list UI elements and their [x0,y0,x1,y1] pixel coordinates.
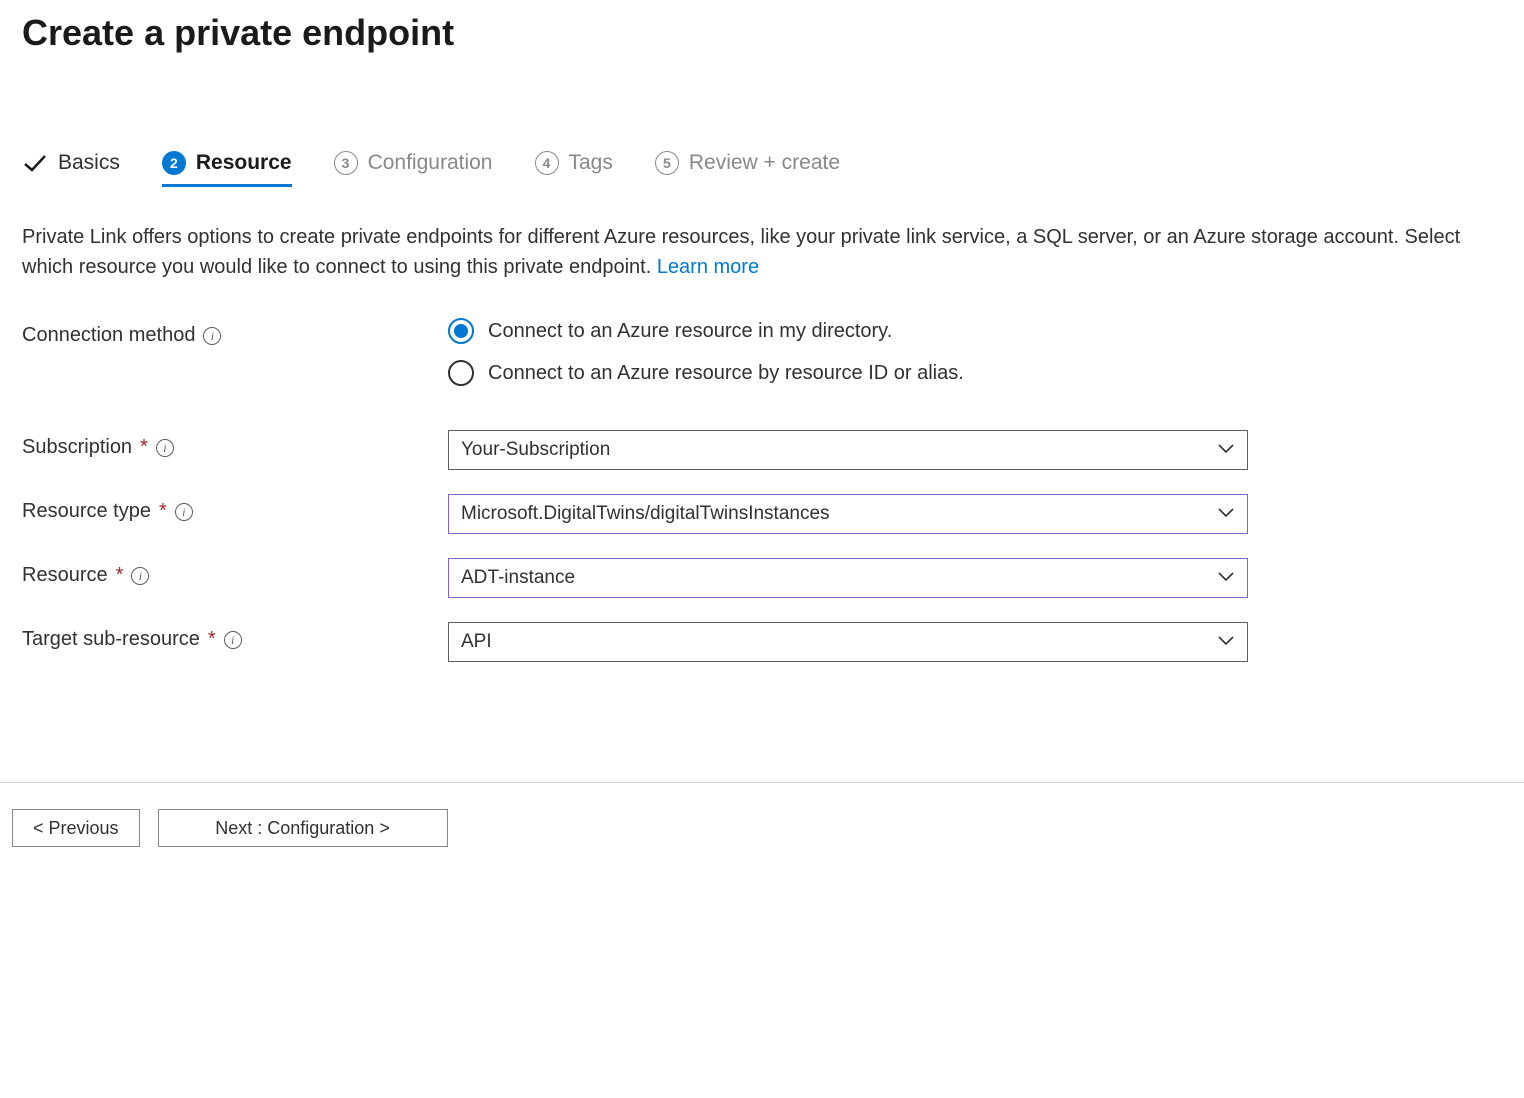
tab-label: Basics [58,151,120,175]
next-button[interactable]: Next : Configuration > [158,809,448,847]
radio-connect-directory[interactable]: Connect to an Azure resource in my direc… [448,318,1502,344]
info-icon[interactable]: i [203,327,221,345]
label-text: Resource [22,564,108,587]
tab-label: Tags [569,151,613,175]
info-icon[interactable]: i [131,567,149,585]
dropdown-value: API [461,631,492,653]
label-connection-method: Connection method i [22,318,448,347]
required-asterisk: * [208,628,216,651]
tab-review-create[interactable]: 5 Review + create [655,151,840,187]
required-asterisk: * [140,436,148,459]
learn-more-link[interactable]: Learn more [657,256,759,278]
info-icon[interactable]: i [224,631,242,649]
dropdown-value: Microsoft.DigitalTwins/digitalTwinsInsta… [461,503,830,525]
subscription-dropdown[interactable]: Your-Subscription [448,430,1248,470]
label-text: Target sub-resource [22,628,200,651]
chevron-down-icon [1217,439,1235,461]
label-resource-type: Resource type * i [22,494,448,523]
resource-type-dropdown[interactable]: Microsoft.DigitalTwins/digitalTwinsInsta… [448,494,1248,534]
label-target-sub-resource: Target sub-resource * i [22,622,448,651]
required-asterisk: * [159,500,167,523]
radio-icon [448,318,474,344]
info-icon[interactable]: i [175,503,193,521]
required-asterisk: * [116,564,124,587]
label-resource: Resource * i [22,558,448,587]
tab-basics[interactable]: Basics [22,150,120,188]
chevron-down-icon [1217,567,1235,589]
radio-connect-resource-id[interactable]: Connect to an Azure resource by resource… [448,360,1502,386]
tab-label: Resource [196,151,292,175]
label-subscription: Subscription * i [22,430,448,459]
step-number-badge: 5 [655,151,679,175]
dropdown-value: Your-Subscription [461,439,610,461]
chevron-down-icon [1217,503,1235,525]
checkmark-icon [22,150,48,176]
label-text: Resource type [22,500,151,523]
step-number-badge: 4 [535,151,559,175]
radio-icon [448,360,474,386]
previous-button[interactable]: < Previous [12,809,140,847]
dropdown-value: ADT-instance [461,567,575,589]
page-title: Create a private endpoint [22,12,1502,54]
resource-dropdown[interactable]: ADT-instance [448,558,1248,598]
description-text: Private Link offers options to create pr… [22,222,1502,282]
tab-label: Configuration [368,151,493,175]
step-number-badge: 2 [162,151,186,175]
step-number-badge: 3 [334,151,358,175]
wizard-footer: < Previous Next : Configuration > [0,783,1524,873]
radio-label: Connect to an Azure resource in my direc… [488,320,892,343]
tab-configuration[interactable]: 3 Configuration [334,151,493,187]
tab-label: Review + create [689,151,840,175]
chevron-down-icon [1217,631,1235,653]
tab-resource[interactable]: 2 Resource [162,151,292,187]
radio-label: Connect to an Azure resource by resource… [488,362,964,385]
target-sub-resource-dropdown[interactable]: API [448,622,1248,662]
label-text: Connection method [22,324,195,347]
label-text: Subscription [22,436,132,459]
info-icon[interactable]: i [156,439,174,457]
connection-method-radio-group: Connect to an Azure resource in my direc… [448,318,1502,386]
tab-tags[interactable]: 4 Tags [535,151,613,187]
wizard-tabs: Basics 2 Resource 3 Configuration 4 Tags… [22,150,1502,188]
